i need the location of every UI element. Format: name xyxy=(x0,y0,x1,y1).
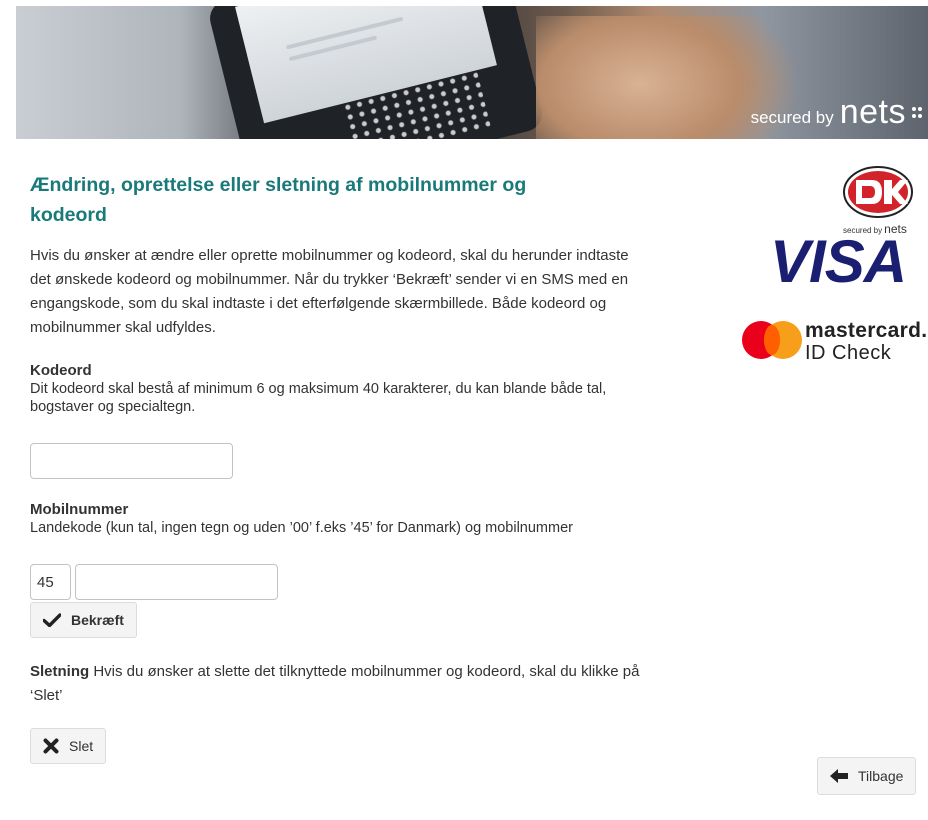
mobile-help-text: Landekode (kun tal, ingen tegn og uden ’… xyxy=(30,520,573,536)
password-heading: Kodeord xyxy=(30,362,92,379)
dankort-logo xyxy=(843,166,913,218)
mobile-number-input[interactable] xyxy=(75,564,278,600)
mobile-heading: Mobilnummer xyxy=(30,501,129,518)
intro-text: Hvis du ønsker at ændre eller oprette mo… xyxy=(30,247,629,336)
delete-button[interactable]: Slet xyxy=(30,728,107,764)
nets-dots-icon xyxy=(912,103,924,123)
back-button[interactable]: Tilbage xyxy=(817,757,917,795)
delete-heading: Sletning xyxy=(30,663,90,680)
x-icon xyxy=(43,738,59,754)
visa-logo: VISA xyxy=(770,228,907,295)
country-code-input[interactable] xyxy=(30,564,71,600)
check-icon xyxy=(43,613,61,627)
mastercard-logo xyxy=(742,321,802,359)
delete-description: Hvis du ønsker at slette det tilknyttede… xyxy=(30,663,640,704)
secured-by-nets-banner-logo: secured by nets xyxy=(751,95,924,129)
delete-button-label: Slet xyxy=(69,738,94,754)
mobile-input-row xyxy=(30,564,650,600)
back-button-label: Tilbage xyxy=(858,768,904,784)
header-banner: secured by nets xyxy=(16,6,928,139)
password-help-text: Dit kodeord skal bestå af minimum 6 og m… xyxy=(30,381,607,415)
password-input[interactable] xyxy=(30,443,233,479)
confirm-button[interactable]: Bekræft xyxy=(30,602,137,638)
mastercard-id-check-text: mastercard. ID Check xyxy=(805,319,928,365)
mastercard-name: mastercard. xyxy=(805,319,928,342)
page-title: Ændring, oprettelse eller sletning af mo… xyxy=(30,174,527,226)
arrow-left-icon xyxy=(830,769,848,783)
confirm-button-label: Bekræft xyxy=(71,612,124,628)
mastercard-id-check: ID Check xyxy=(805,342,892,364)
main-content: Ændring, oprettelse eller sletning af mo… xyxy=(30,170,650,764)
delete-text: Sletning Hvis du ønsker at slette det ti… xyxy=(30,660,640,708)
